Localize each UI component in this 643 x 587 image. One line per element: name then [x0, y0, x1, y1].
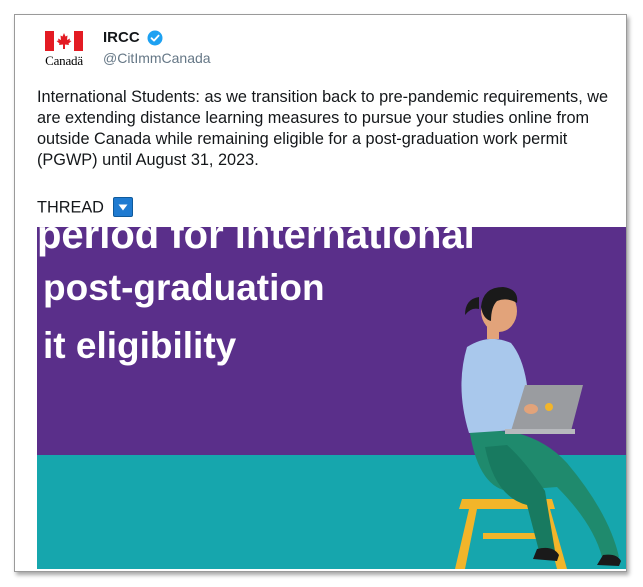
verified-badge-icon [147, 30, 163, 46]
student-with-laptop-illustration [455, 287, 621, 569]
account-names: IRCC @CitImmCanada [103, 29, 211, 66]
down-arrow-button-icon [113, 197, 134, 217]
media-cut-headline: period for international [37, 227, 475, 257]
canada-wordmark: Canadä [45, 53, 83, 68]
media-headline-line1: post-graduation [43, 267, 325, 308]
canada-flag-icon [45, 31, 83, 51]
thread-marker: THREAD [37, 197, 134, 218]
thread-label: THREAD [37, 198, 104, 217]
canada-logo[interactable]: Canadä [41, 31, 87, 71]
media-headline-line2: it eligibility [43, 325, 237, 366]
tweet-media-image[interactable]: period for international post-graduation… [37, 227, 626, 569]
display-name[interactable]: IRCC [103, 29, 140, 46]
tweet-header: Canadä IRCC @CitImmCanada [41, 29, 601, 69]
tweet-card: Canadä IRCC @CitImmCanada International … [14, 14, 627, 572]
account-handle[interactable]: @CitImmCanada [103, 50, 211, 66]
tweet-text: International Students: as we transition… [37, 88, 609, 169]
